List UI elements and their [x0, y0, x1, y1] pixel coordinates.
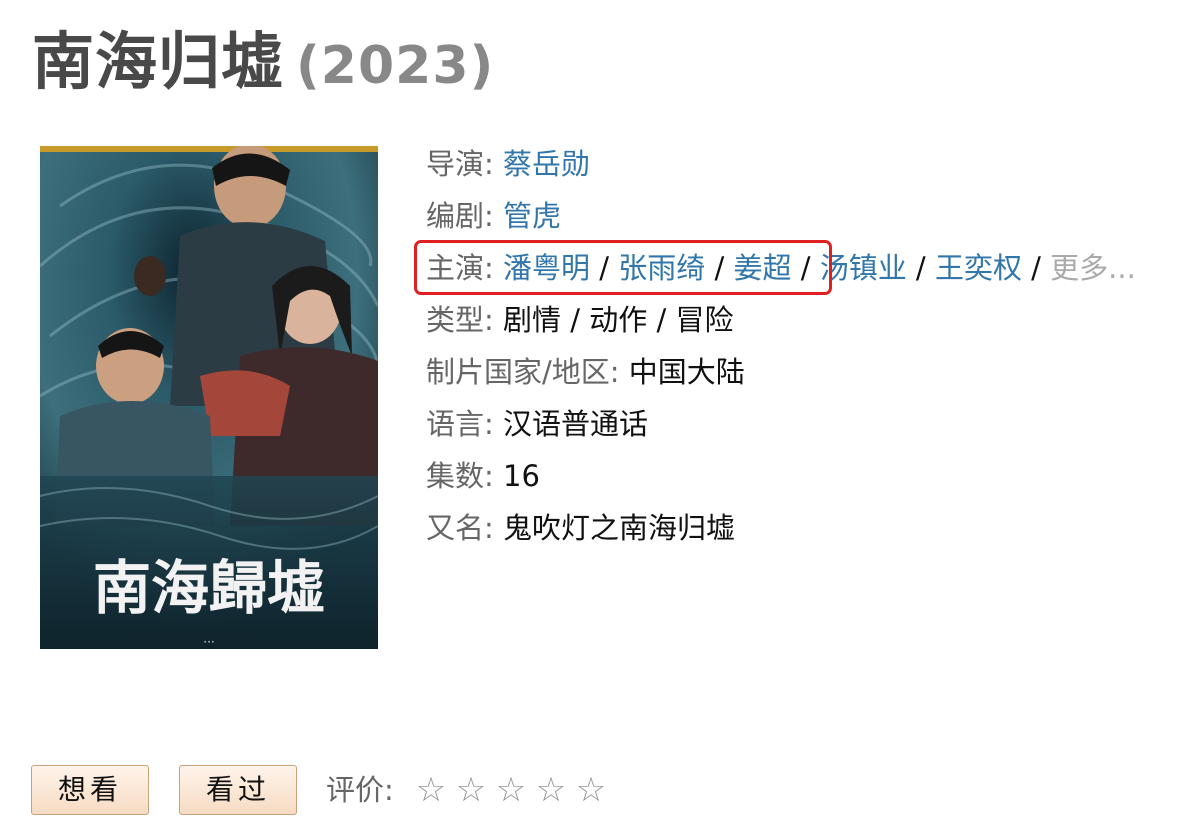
writer-row: 编剧: 管虎	[426, 190, 1198, 242]
aka-value: 鬼吹灯之南海归墟	[503, 511, 736, 545]
want-to-watch-button[interactable]: 想看	[31, 765, 149, 815]
star-icon[interactable]: ☆	[491, 766, 531, 814]
writer-link[interactable]: 管虎	[503, 199, 561, 233]
genre-value: 动作	[589, 303, 648, 337]
genre-value: 冒险	[675, 303, 734, 337]
country-row: 制片国家/地区: 中国大陆	[426, 346, 1198, 398]
cast-link[interactable]: 张雨绮	[618, 251, 705, 285]
svg-text:···: ···	[203, 635, 214, 649]
writer-label: 编剧:	[426, 199, 494, 233]
rating-label: 评价:	[326, 773, 394, 807]
cast-link[interactable]: 潘粤明	[503, 251, 590, 285]
cast-separator: /	[906, 251, 935, 285]
aka-label: 又名:	[426, 511, 494, 545]
star-icon[interactable]: ☆	[571, 766, 611, 814]
genre-separator: /	[647, 303, 676, 337]
genre-value: 剧情	[503, 303, 562, 337]
cast-label: 主演:	[426, 251, 494, 285]
episodes-label: 集数:	[426, 459, 494, 493]
cast-row: 主演: 潘粤明 / 张雨绮 / 姜超 / 汤镇业 / 王奕权 / 更多...	[426, 242, 1198, 294]
star-icon[interactable]: ☆	[411, 766, 451, 814]
episodes-value: 16	[503, 459, 540, 493]
country-label: 制片国家/地区:	[426, 355, 620, 389]
genre-label: 类型:	[426, 303, 494, 337]
cast-link[interactable]: 姜超	[733, 251, 791, 285]
star-icon[interactable]: ☆	[451, 766, 491, 814]
genre-row: 类型: 剧情 / 动作 / 冒险	[426, 294, 1198, 346]
poster-image[interactable]: 南海歸墟 ···	[40, 146, 378, 649]
page-title: 南海归墟 (2023)	[32, 22, 494, 106]
language-value: 汉语普通话	[503, 407, 649, 441]
poster-art: 南海歸墟 ···	[40, 146, 378, 649]
cast-link[interactable]: 王奕权	[935, 251, 1022, 285]
director-label: 导演:	[426, 147, 494, 181]
cast-separator: /	[590, 251, 619, 285]
poster-title-text: 南海歸墟	[93, 554, 325, 622]
aka-row: 又名: 鬼吹灯之南海归墟	[426, 502, 1198, 554]
rating-stars: ☆ ☆ ☆ ☆ ☆	[411, 766, 611, 815]
cast-link[interactable]: 汤镇业	[820, 251, 907, 285]
watched-button[interactable]: 看过	[179, 765, 297, 815]
director-row: 导演: 蔡岳勋	[426, 138, 1198, 190]
title-year: (2023)	[296, 36, 495, 96]
language-row: 语言: 汉语普通话	[426, 398, 1198, 450]
language-label: 语言:	[426, 407, 494, 441]
episodes-row: 集数: 16	[426, 450, 1198, 502]
cast-separator: /	[705, 251, 734, 285]
cast-more-link[interactable]: 更多...	[1050, 251, 1136, 285]
movie-info: 导演: 蔡岳勋 编剧: 管虎 主演: 潘粤明 / 张雨绮 / 姜超 / 汤镇业 …	[426, 138, 1198, 554]
director-link[interactable]: 蔡岳勋	[503, 147, 590, 181]
genre-separator: /	[561, 303, 590, 337]
cast-separator: /	[1021, 251, 1051, 285]
cast-separator: /	[791, 251, 820, 285]
title-name: 南海归墟	[32, 25, 285, 98]
country-value: 中国大陆	[628, 355, 745, 389]
star-icon[interactable]: ☆	[531, 766, 571, 814]
rating-area: 评价: ☆ ☆ ☆ ☆ ☆	[326, 766, 611, 814]
